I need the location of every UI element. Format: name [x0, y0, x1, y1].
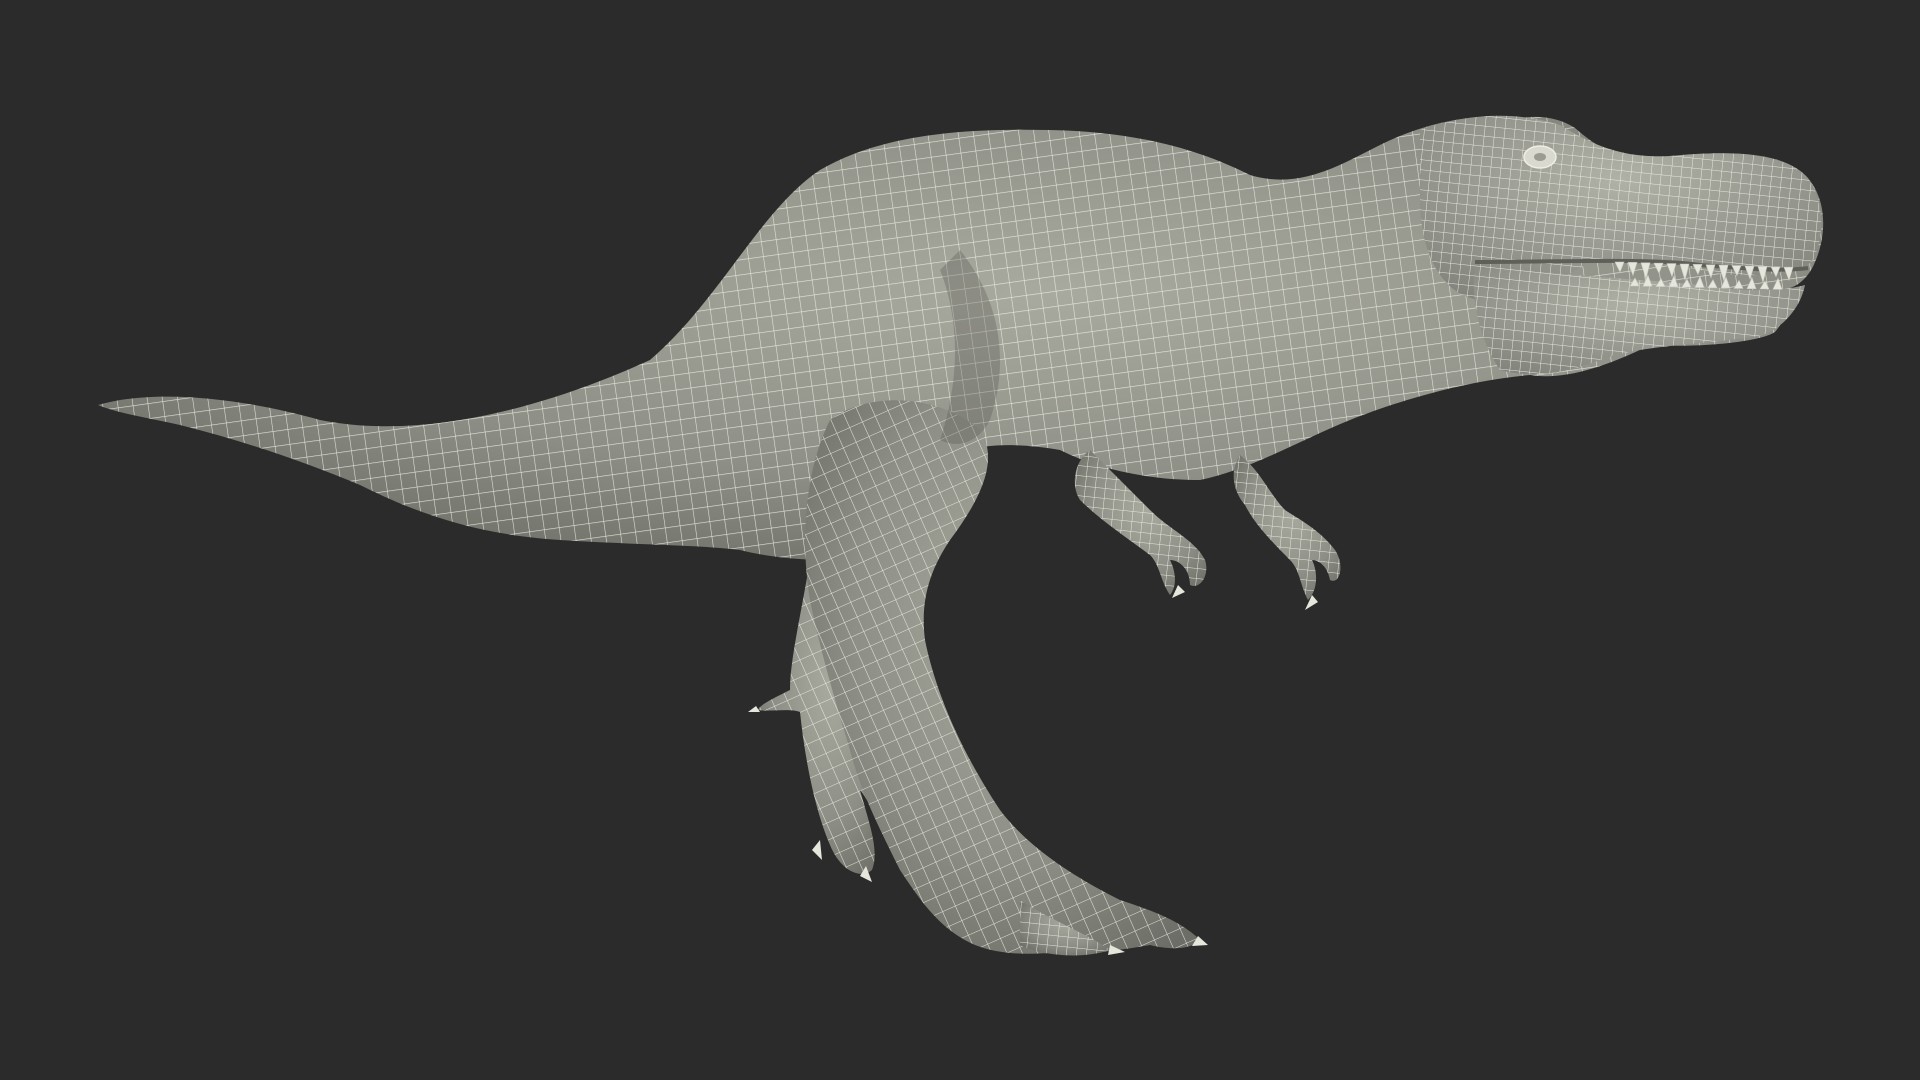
- far-arm: [1233, 455, 1341, 610]
- render-viewport: [0, 0, 1920, 1080]
- wireframe-scene: [98, 115, 1824, 956]
